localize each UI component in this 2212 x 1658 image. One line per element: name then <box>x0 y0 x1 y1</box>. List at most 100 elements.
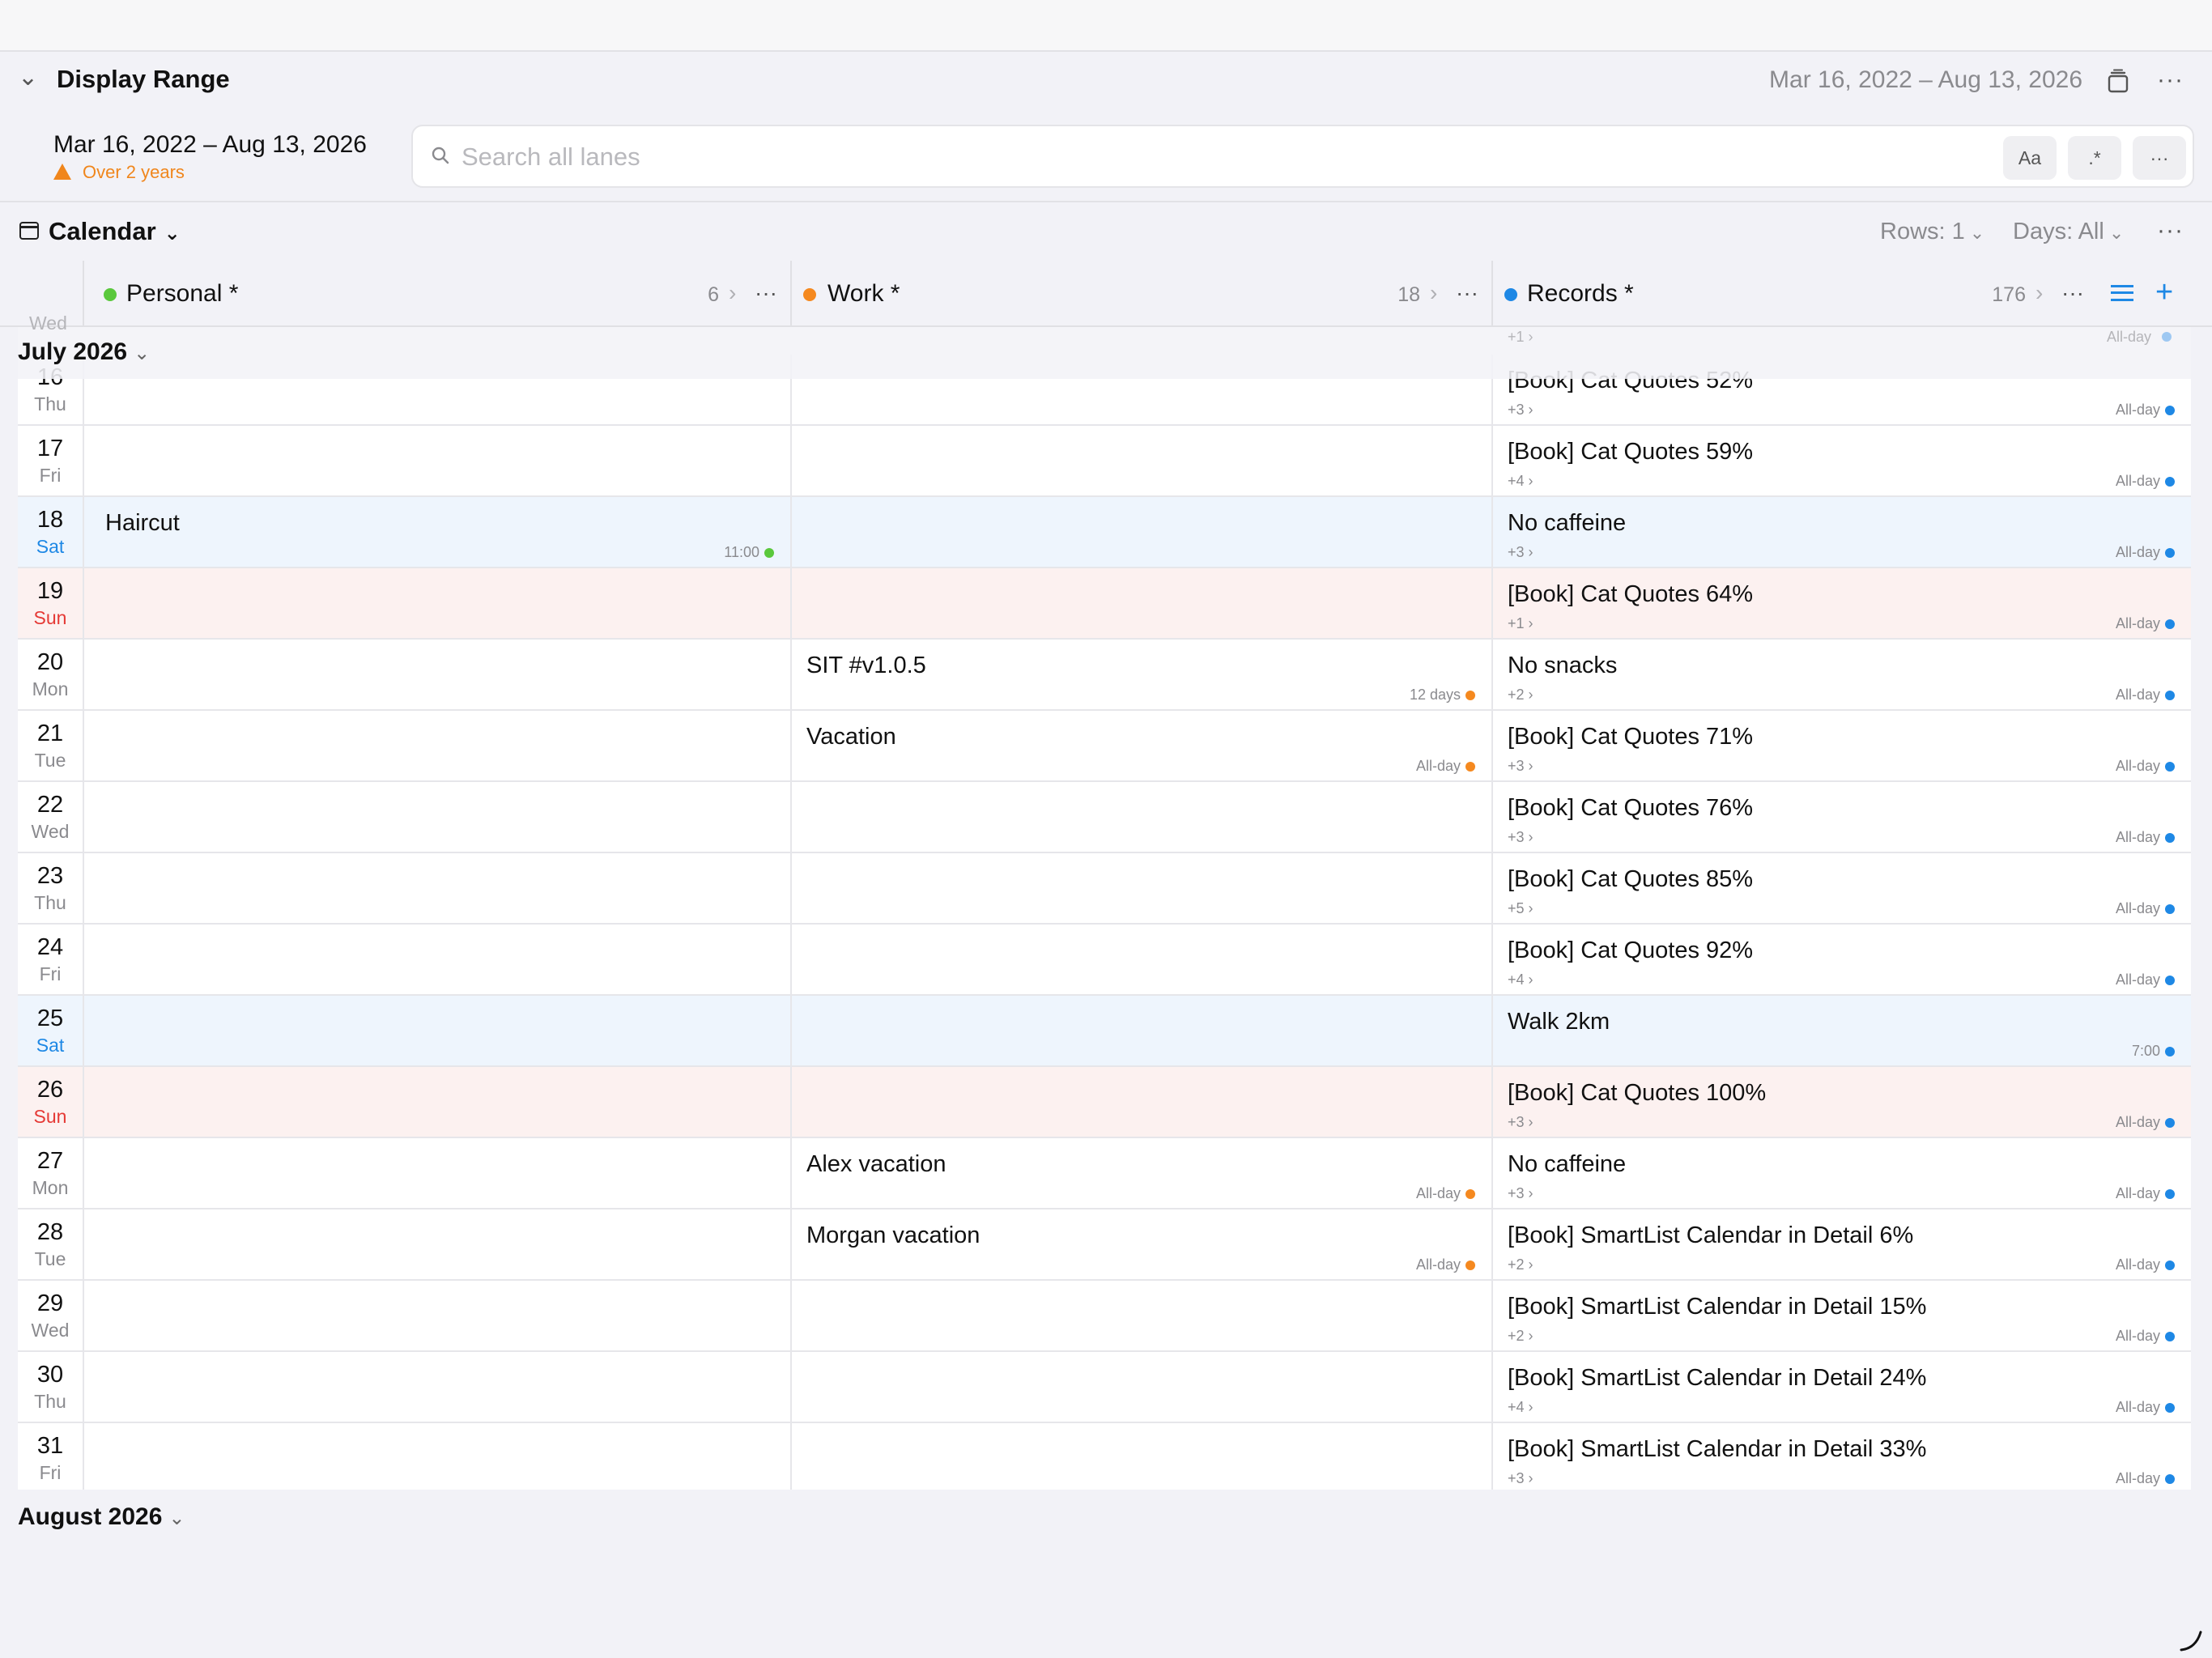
work-event[interactable]: Morgan vacation <box>806 1222 980 1249</box>
lane-records-title[interactable]: Records * <box>1527 280 1634 308</box>
work-event[interactable]: Vacation <box>806 724 896 750</box>
more-events-link[interactable]: +3 › <box>1508 1185 1534 1202</box>
chevron-right-icon[interactable]: › <box>1430 280 1437 306</box>
search-options-button[interactable]: ··· <box>2133 136 2186 180</box>
more-events-link[interactable]: +2 › <box>1508 1256 1534 1273</box>
day-row[interactable]: 21 Tue Vacation All-day [Book] Cat Quotes 71… <box>18 711 2191 782</box>
days-selector[interactable]: Days: All ⌄ <box>2013 219 2124 245</box>
event-time-text: All-day <box>2115 1256 2160 1273</box>
column-divider <box>790 1281 792 1350</box>
chevron-right-icon[interactable]: › <box>729 280 736 306</box>
list-view-icon[interactable] <box>2111 285 2133 301</box>
day-row[interactable]: 26 Sun [Book] Cat Quotes 100% +3 › All-day <box>18 1067 2191 1138</box>
day-row[interactable]: 25 Sat Walk 2km 7:00 <box>18 996 2191 1067</box>
resize-handle-icon[interactable] <box>2178 1627 2204 1653</box>
record-event[interactable]: [Book] Cat Quotes 59% <box>1508 439 1753 466</box>
record-event[interactable]: Walk 2km <box>1508 1009 1610 1035</box>
record-event[interactable]: [Book] Cat Quotes 76% <box>1508 795 1753 822</box>
column-divider <box>1491 426 1493 495</box>
rows-selector[interactable]: Rows: 1 ⌄ <box>1880 219 1984 245</box>
event-time: All-day <box>1980 900 2175 917</box>
record-event[interactable]: [Book] SmartList Calendar in Detail 24% <box>1508 1365 1926 1392</box>
more-icon[interactable]: ··· <box>2157 66 2184 94</box>
column-divider <box>790 1352 792 1422</box>
record-event[interactable]: [Book] SmartList Calendar in Detail 6% <box>1508 1222 1913 1249</box>
record-event[interactable]: [Book] Cat Quotes 85% <box>1508 866 1753 893</box>
calendar-view-selector[interactable]: Calendar ⌄ <box>49 217 181 246</box>
peek-meta: All-day <box>2107 329 2152 345</box>
display-range-title[interactable]: Display Range <box>57 65 230 94</box>
more-events-link[interactable]: +4 › <box>1508 1399 1534 1416</box>
day-row[interactable]: 19 Sun [Book] Cat Quotes 64% +1 › All-day <box>18 568 2191 640</box>
chevron-right-icon[interactable]: › <box>2035 280 2043 306</box>
day-row[interactable]: 18 Sat Haircut 11:00 No caffeine +3 › All-day <box>18 497 2191 568</box>
work-event[interactable]: SIT #v1.0.5 <box>806 653 926 679</box>
more-events-link[interactable]: +3 › <box>1508 1470 1534 1487</box>
more-events-link[interactable]: +4 › <box>1508 971 1534 988</box>
column-divider <box>790 925 792 994</box>
lane-work-title[interactable]: Work * <box>827 280 900 308</box>
more-events-link[interactable]: +5 › <box>1508 900 1534 917</box>
record-event[interactable]: [Book] SmartList Calendar in Detail 15% <box>1508 1294 1926 1320</box>
month-header-august[interactable]: August 2026 ⌄ <box>18 1503 185 1531</box>
days-label: Days: All <box>2013 219 2104 244</box>
day-number: 17 <box>36 436 64 461</box>
work-lane-color-dot <box>803 288 816 301</box>
column-divider <box>790 1209 792 1279</box>
chevron-down-icon[interactable]: ⌄ <box>18 63 38 91</box>
day-row[interactable]: 20 Mon SIT #v1.0.5 12 days No snacks +2 › All-… <box>18 640 2191 711</box>
record-event[interactable]: [Book] Cat Quotes 71% <box>1508 724 1753 750</box>
more-icon[interactable]: ··· <box>755 280 777 306</box>
record-event[interactable]: No caffeine <box>1508 510 1626 537</box>
column-divider <box>790 568 792 638</box>
record-event[interactable]: No caffeine <box>1508 1151 1626 1178</box>
more-events-link[interactable]: +3 › <box>1508 402 1534 419</box>
lane-color-dot <box>1465 1189 1475 1199</box>
lane-color-dot <box>2165 1118 2175 1128</box>
more-icon[interactable]: ··· <box>2157 217 2184 244</box>
personal-event[interactable]: Haircut <box>105 510 180 537</box>
month-header-july[interactable]: July 2026 ⌄ <box>18 338 150 366</box>
record-event[interactable]: [Book] Cat Quotes 64% <box>1508 581 1753 608</box>
record-event[interactable]: No snacks <box>1508 653 1617 679</box>
more-events-link[interactable]: +3 › <box>1508 829 1534 846</box>
event-time: All-day <box>1980 1114 2175 1131</box>
day-row[interactable]: 27 Mon Alex vacation All-day No caffeine +3 ›… <box>18 1138 2191 1209</box>
display-range-value[interactable]: Mar 16, 2022 – Aug 13, 2026 <box>53 131 367 159</box>
column-divider <box>790 426 792 495</box>
more-events-link[interactable]: +3 › <box>1508 758 1534 775</box>
more-events-link[interactable]: +2 › <box>1508 1328 1534 1345</box>
more-events-link[interactable]: +1 › <box>1508 615 1534 632</box>
display-range-summary: Mar 16, 2022 – Aug 13, 2026 <box>1769 66 2082 93</box>
day-number: 28 <box>36 1219 64 1245</box>
day-row[interactable]: 29 Wed [Book] SmartList Calendar in Detail… <box>18 1281 2191 1352</box>
work-event[interactable]: Alex vacation <box>806 1151 946 1178</box>
record-event[interactable]: [Book] Cat Quotes 100% <box>1508 1080 1766 1107</box>
regex-button[interactable]: .* <box>2068 136 2121 180</box>
match-case-button[interactable]: Aa <box>2003 136 2057 180</box>
day-row[interactable]: 28 Tue Morgan vacation All-day [Book] SmartL… <box>18 1209 2191 1281</box>
more-events-link[interactable]: +2 › <box>1508 687 1534 704</box>
more-icon[interactable]: ··· <box>2061 280 2084 306</box>
record-event[interactable]: [Book] SmartList Calendar in Detail 33% <box>1508 1436 1926 1463</box>
event-time-text: All-day <box>1415 1185 1461 1201</box>
day-weekday: Mon <box>32 1177 69 1198</box>
record-event[interactable]: [Book] Cat Quotes 92% <box>1508 937 1753 964</box>
day-row[interactable]: 17 Fri [Book] Cat Quotes 59% +4 › All-day <box>18 426 2191 497</box>
day-row[interactable]: 23 Thu [Book] Cat Quotes 85% +5 › All-day <box>18 853 2191 925</box>
search-input[interactable] <box>462 139 1919 175</box>
more-events-link[interactable]: +3 › <box>1508 544 1534 561</box>
add-icon[interactable]: + <box>2155 275 2173 310</box>
day-row[interactable]: 31 Fri [Book] SmartList Calendar in Detail… <box>18 1423 2191 1490</box>
more-events-link[interactable]: +3 › <box>1508 1114 1534 1131</box>
more-icon[interactable]: ··· <box>1456 280 1478 306</box>
day-row[interactable]: 24 Fri [Book] Cat Quotes 92% +4 › All-day <box>18 925 2191 996</box>
stack-icon[interactable] <box>2105 68 2131 94</box>
day-row[interactable]: 30 Thu [Book] SmartList Calendar in Detail… <box>18 1352 2191 1423</box>
lane-color-dot <box>2165 1403 2175 1413</box>
day-weekday: Fri <box>39 963 62 984</box>
day-row[interactable]: 22 Wed [Book] Cat Quotes 76% +3 › All-day <box>18 782 2191 853</box>
event-time-text: All-day <box>2115 1185 2160 1201</box>
more-events-link[interactable]: +4 › <box>1508 473 1534 490</box>
lane-personal-title[interactable]: Personal * <box>126 280 238 308</box>
